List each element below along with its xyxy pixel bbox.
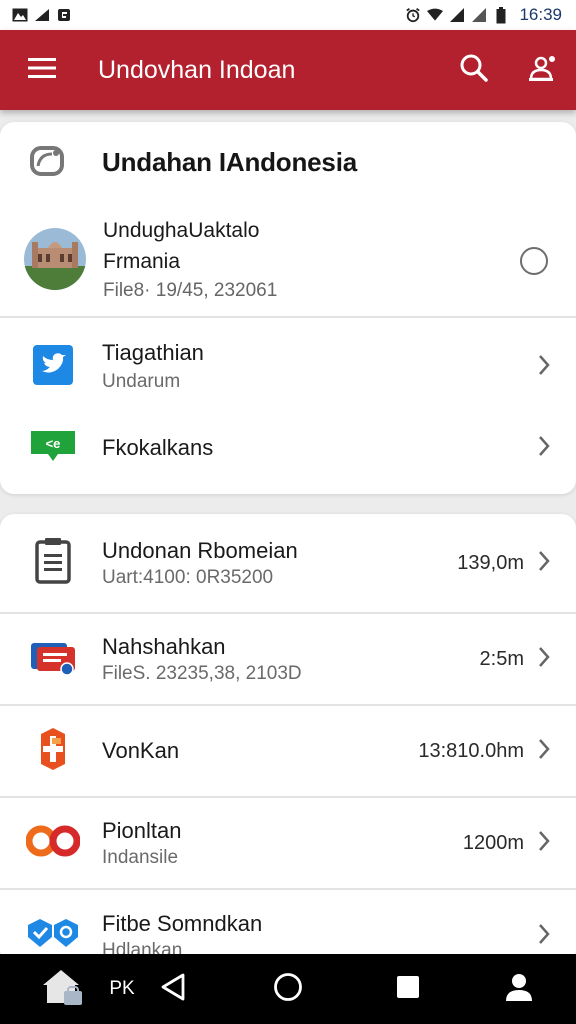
list-item[interactable]: VonKan 13:810.0hm (0, 706, 576, 798)
document-icon (35, 537, 71, 589)
menu-button[interactable] (0, 30, 84, 110)
list-text: Nahshahkan FileS. 23235,38, 2103D (102, 632, 302, 686)
account-card: Undahan IAndonesia UndughaUaktalo Frmani… (0, 122, 576, 494)
infinity-icon (25, 825, 81, 862)
chevron-right-icon (538, 830, 550, 857)
person-icon (504, 972, 534, 1007)
menu-icon (28, 57, 56, 84)
home-circle-icon (273, 972, 303, 1007)
signal-icon (34, 7, 50, 23)
search-icon (459, 53, 489, 88)
chevron-right-icon (538, 646, 550, 673)
status-left (12, 7, 72, 23)
back-icon (160, 973, 186, 1006)
nav-sub-tiagathian: Undarum (102, 371, 181, 392)
search-button[interactable] (440, 30, 508, 110)
nav-text: Fkokalkans (102, 433, 213, 463)
chevron-right-icon (538, 923, 550, 950)
chevron-right-icon (538, 354, 550, 381)
app-bar: Undovhan Indoan (0, 30, 576, 110)
icon-wrap (28, 917, 78, 956)
chat-bubble-icon: <e (30, 430, 76, 467)
nav-item-tiagathian[interactable]: Tiagathian Undarum (0, 318, 576, 408)
account-settings-button[interactable] (508, 30, 576, 110)
icon-wrap: <e (30, 430, 76, 467)
nav-label-tiagathian: Tiagathian (102, 340, 204, 365)
icon-wrap (30, 637, 76, 682)
list-title: VonKan (102, 738, 180, 763)
list-item[interactable]: Pionltan Indansile 1200m (0, 798, 576, 890)
icon-wrap (30, 344, 76, 390)
list-item[interactable]: Nahshahkan FileS. 23235,38, 2103D 2:5m (0, 614, 576, 706)
list-title: Fitbe Somndkan (102, 911, 263, 936)
mail-card-icon (29, 637, 77, 682)
list-text: VonKan (102, 736, 179, 766)
icon-wrap (25, 825, 81, 862)
recents-icon (396, 975, 420, 1004)
nav-text: PK (100, 954, 144, 1024)
list-sub: Uart:4100: 0R35200 (102, 567, 274, 588)
select-radio[interactable] (520, 247, 548, 275)
list-sub: Indansile (102, 847, 179, 868)
list-sub: FileS. 23235,38, 2103D (102, 663, 302, 684)
shield-pair-icon (26, 917, 80, 956)
home-app-button[interactable] (38, 954, 88, 1024)
profile-nav-button[interactable] (496, 954, 542, 1024)
list-value: 139,0m (457, 551, 524, 574)
wifi-icon (427, 7, 444, 23)
recents-button[interactable] (385, 954, 431, 1024)
status-right: 16:39 (405, 5, 562, 25)
cell-signal-icon (449, 7, 465, 23)
camera-icon (30, 144, 66, 181)
chevron-right-icon (538, 550, 550, 577)
profile-name-line2: Frmania (103, 249, 181, 273)
icon-wrap (30, 727, 76, 775)
section-header: Undahan IAndonesia (0, 122, 576, 202)
status-bar: 16:39 (0, 0, 576, 30)
profile-name-line1: UndughaUaktalo (103, 218, 260, 242)
list-text: Undonan Rbomeian Uart:4100: 0R35200 (102, 536, 298, 590)
nav-item-fkokalkans[interactable]: <e Fkokalkans (0, 408, 576, 488)
files-card: Undonan Rbomeian Uart:4100: 0R35200 139,… (0, 514, 576, 964)
list-value: 1200m (462, 831, 524, 854)
status-time: 16:39 (519, 5, 562, 24)
chevron-right-icon (538, 738, 550, 765)
nav-text-label: PK (109, 978, 135, 999)
list-item[interactable]: Undonan Rbomeian Uart:4100: 0R35200 139,… (0, 514, 576, 614)
chevron-right-icon (538, 435, 550, 462)
list-title: Undonan Rbomeian (102, 538, 298, 563)
list-text: Pionltan Indansile (102, 816, 182, 870)
palace-photo (24, 228, 86, 290)
alarm-icon (405, 7, 421, 23)
list-title: Nahshahkan (102, 634, 226, 659)
list-item[interactable]: Fitbe Somndkan Hdlankan (0, 890, 576, 964)
list-value: 13:810.0hm (418, 739, 524, 762)
nav-label-fkokalkans: Fkokalkans (102, 435, 214, 460)
battery-icon (493, 6, 509, 23)
home-icon (40, 967, 86, 1012)
section-title: Undahan IAndonesia (102, 146, 357, 177)
twitter-bird-icon (32, 344, 74, 390)
list-title: Pionltan (102, 818, 182, 843)
back-button[interactable] (150, 954, 196, 1024)
cell-signal-2-icon (471, 7, 487, 23)
nav-text: Tiagathian Undarum (102, 338, 204, 396)
svg-text:<e: <e (46, 436, 61, 451)
system-nav-bar: PK (0, 954, 576, 1024)
icon-wrap (30, 537, 76, 589)
profile-meta: File8· 19/45, 232061 (103, 279, 278, 301)
profile-text: UndughaUaktalo Frmania File8· 19/45, 232… (103, 215, 277, 304)
orange-badge-icon (37, 727, 69, 775)
list-value: 2:5m (479, 647, 524, 670)
profile-row[interactable]: UndughaUaktalo Frmania File8· 19/45, 232… (0, 202, 576, 318)
home-circle-button[interactable] (265, 954, 311, 1024)
app-title: Undovhan Indoan (98, 55, 296, 84)
account-settings-icon (527, 54, 557, 87)
gallery-icon (12, 7, 28, 23)
notification-icon (56, 7, 72, 23)
